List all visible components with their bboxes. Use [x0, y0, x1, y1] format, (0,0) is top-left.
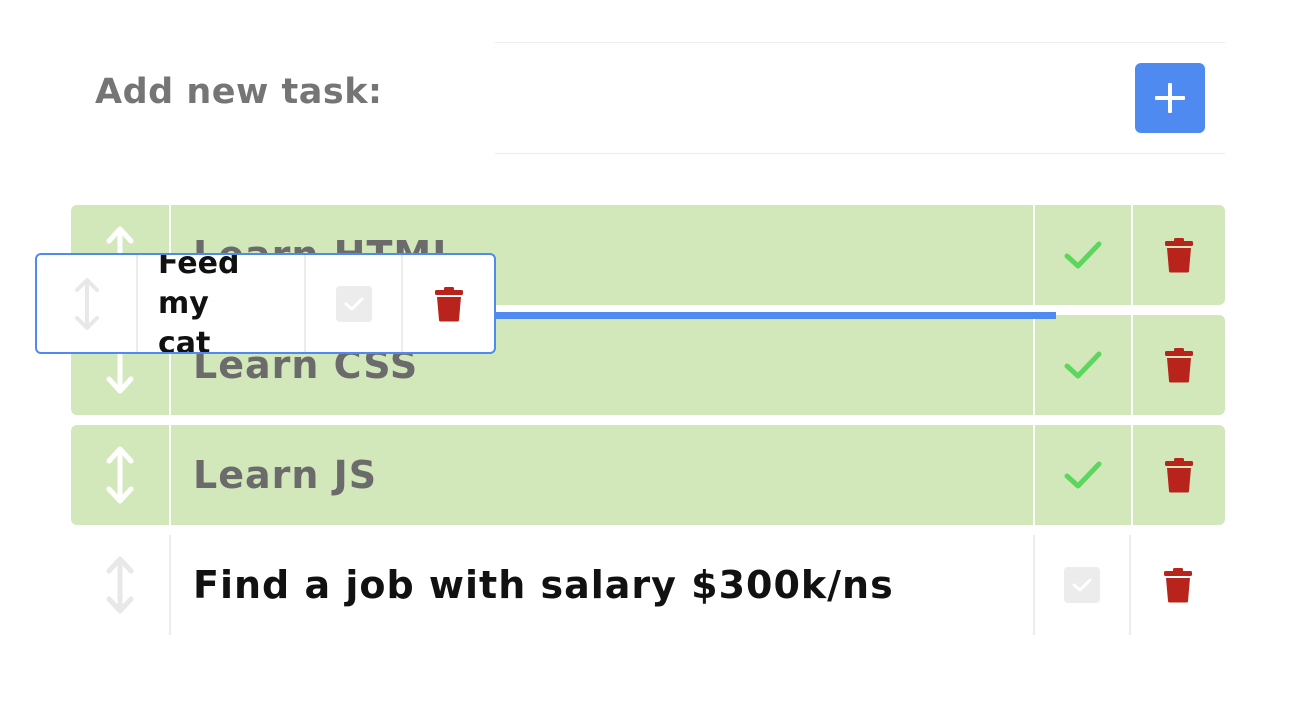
checkmark-icon — [1064, 351, 1102, 379]
task-toggle-button[interactable] — [306, 255, 403, 352]
todo-app: Add new task: Learn HTML — [0, 0, 1307, 708]
trash-icon — [1165, 458, 1193, 493]
task-toggle-button[interactable] — [1033, 205, 1131, 305]
add-task-bar: Add new task: — [70, 42, 1225, 154]
arrows-vertical-icon — [74, 277, 99, 330]
add-task-input[interactable] — [400, 64, 1124, 128]
drag-handle[interactable] — [71, 535, 171, 635]
dragging-task-ghost[interactable]: Feed my cat — [35, 253, 496, 354]
delete-task-button[interactable] — [1131, 535, 1225, 635]
checkbox-icon — [1064, 567, 1100, 603]
task-row: Learn JS — [71, 425, 1225, 525]
task-row: Find a job with salary $300k/ns — [71, 535, 1225, 635]
plus-icon — [1155, 83, 1185, 113]
task-toggle-button[interactable] — [1033, 535, 1131, 635]
trash-icon — [1165, 348, 1193, 383]
drag-handle[interactable] — [71, 425, 171, 525]
trash-icon — [434, 286, 463, 321]
delete-task-button[interactable] — [1131, 315, 1225, 415]
add-task-button[interactable] — [1135, 63, 1205, 133]
task-toggle-button[interactable] — [1033, 315, 1131, 415]
arrows-vertical-icon — [106, 446, 134, 504]
task-toggle-button[interactable] — [1033, 425, 1131, 525]
add-task-label: Add new task: — [95, 72, 383, 112]
task-text[interactable]: Learn JS — [171, 425, 1033, 525]
checkmark-icon — [1064, 461, 1102, 489]
checkmark-icon — [1064, 241, 1102, 269]
trash-icon — [1164, 568, 1192, 603]
task-text[interactable]: Find a job with salary $300k/ns — [171, 535, 1033, 635]
drop-indicator — [420, 312, 1056, 319]
arrows-vertical-icon — [106, 556, 134, 614]
delete-task-button[interactable] — [1131, 205, 1225, 305]
delete-task-button[interactable] — [403, 255, 494, 352]
drag-handle[interactable] — [37, 255, 138, 352]
delete-task-button[interactable] — [1131, 425, 1225, 525]
divider — [495, 153, 1225, 154]
divider — [495, 42, 1225, 43]
trash-icon — [1165, 238, 1193, 273]
task-text: Feed my cat — [138, 255, 306, 352]
checkbox-icon — [335, 285, 372, 322]
